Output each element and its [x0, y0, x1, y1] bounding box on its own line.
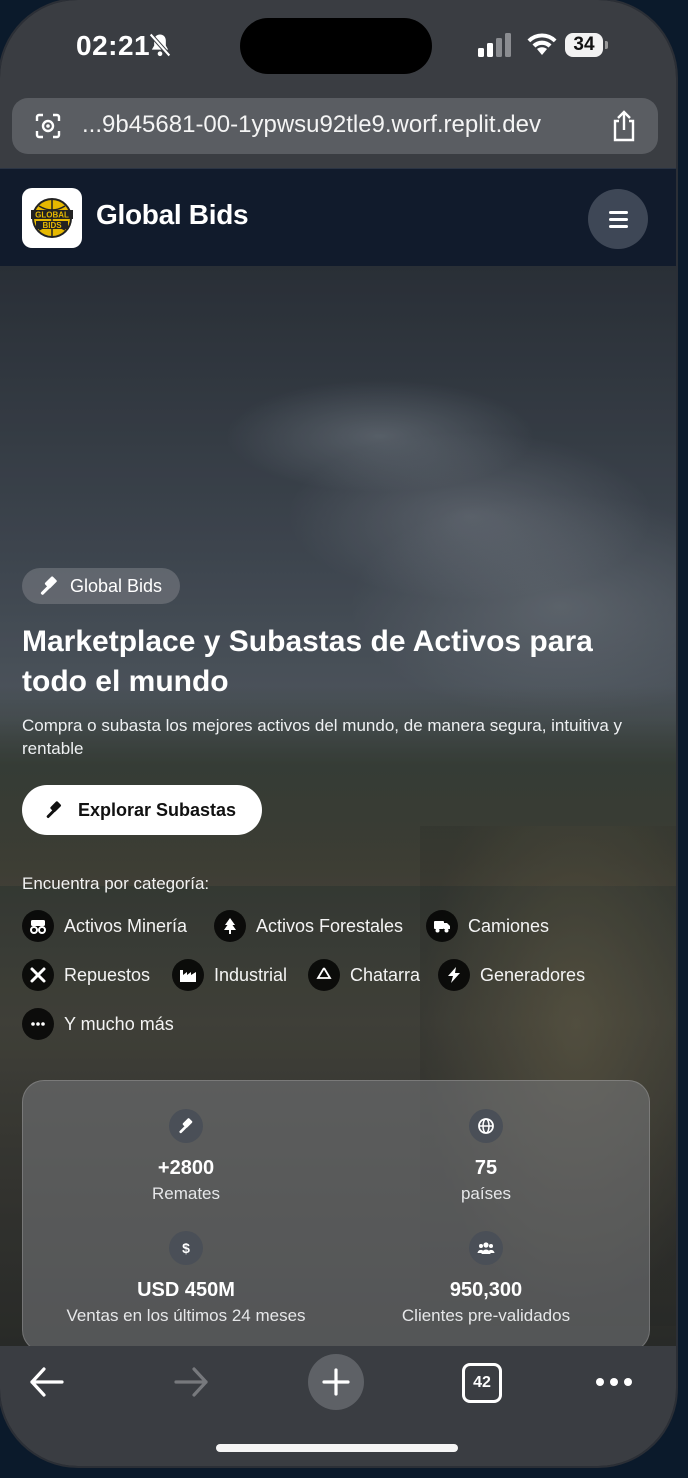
category-parts[interactable]: Repuestos [22, 959, 150, 991]
hero-badge-label: Global Bids [70, 575, 163, 596]
gavel-icon [46, 801, 62, 819]
category-label: Chatarra [350, 964, 421, 985]
brand-logo[interactable]: GLOBAL BIDS [22, 188, 82, 248]
share-icon[interactable] [610, 110, 638, 142]
logo-text-bids: BIDS [42, 221, 62, 230]
category-label: Repuestos [64, 964, 151, 985]
stat-label: países [460, 1184, 512, 1203]
hero-title: Marketplace y Subastas de Activos para t… [22, 625, 593, 698]
browser-bottom-toolbar: 42 [0, 1346, 676, 1466]
category-label: Camiones [468, 915, 550, 936]
phone-screen: 02:21 34 ...9b45681-00-1ypwsu92tle9.worf… [0, 0, 676, 1466]
category-mining[interactable]: Activos Minería [22, 910, 187, 942]
bolt-icon [438, 959, 470, 991]
site-header: GLOBAL BIDS Global Bids [0, 168, 676, 267]
home-indicator [216, 1444, 458, 1452]
hamburger-line [609, 211, 628, 214]
explore-auctions-label: Explorar Subastas [78, 799, 237, 820]
tab-switcher-button[interactable]: 42 [462, 1363, 502, 1403]
stat-clients: 950,300 Clientes pre-validados [336, 1231, 636, 1326]
globe-logo-icon: GLOBAL BIDS [31, 198, 73, 238]
logo-text-global: GLOBAL [35, 211, 69, 220]
category-industrial[interactable]: Industrial [172, 959, 287, 991]
category-heading: Encuentra por categoría: [22, 874, 210, 893]
stat-countries: 75 países [336, 1109, 636, 1204]
back-arrow-icon[interactable] [28, 1364, 66, 1400]
stat-value: USD 450M [137, 1279, 235, 1301]
wifi-icon [527, 33, 557, 55]
url-text[interactable]: ...9b45681-00-1ypwsu92tle9.worf.replit.d… [82, 111, 541, 139]
battery-tip [605, 41, 608, 49]
category-forestry[interactable]: Activos Forestales [214, 910, 403, 942]
users-icon [469, 1231, 503, 1265]
tree-icon [214, 910, 246, 942]
stats-card: +2800 Remates 75 países $ USD 450M Venta… [22, 1080, 650, 1346]
svg-text:$: $ [182, 1240, 190, 1256]
more-options-icon[interactable] [594, 1376, 634, 1388]
battery-indicator: 34 [565, 33, 603, 57]
mining-truck-icon [22, 910, 54, 942]
gavel-icon [40, 576, 57, 595]
factory-icon [172, 959, 204, 991]
globe-icon [469, 1109, 503, 1143]
hamburger-line [609, 218, 628, 221]
dollar-icon: $ [169, 1231, 203, 1265]
cellular-signal-icon [478, 33, 511, 57]
explore-auctions-button[interactable]: Explorar Subastas [22, 785, 263, 835]
category-label: Generadores [480, 964, 586, 985]
category-more[interactable]: Y mucho más [22, 1008, 174, 1040]
address-bar[interactable]: ...9b45681-00-1ypwsu92tle9.worf.replit.d… [12, 98, 658, 154]
category-generators[interactable]: Generadores [438, 959, 585, 991]
hero-badge: Global Bids [22, 568, 181, 604]
gavel-icon [169, 1109, 203, 1143]
brand-name[interactable]: Global Bids [96, 199, 249, 231]
category-label: Activos Forestales [256, 915, 404, 936]
stat-value: 950,300 [449, 1279, 523, 1301]
hero-section: Global Bids Marketplace y Subastas de Ac… [0, 266, 676, 1346]
stat-label: Ventas en los últimos 24 meses [66, 1306, 306, 1325]
hero-subtitle: Compra o subasta los mejores activos del… [22, 716, 623, 758]
stat-value: 75 [474, 1157, 498, 1179]
menu-button[interactable] [588, 189, 648, 249]
recycle-icon [308, 959, 340, 991]
page-menu-icon[interactable] [34, 112, 62, 140]
category-trucks[interactable]: Camiones [426, 910, 549, 942]
forward-arrow-icon[interactable] [172, 1364, 210, 1400]
bell-off-icon [149, 33, 171, 57]
category-label: Industrial [214, 964, 288, 985]
browser-top-chrome: 02:21 34 ...9b45681-00-1ypwsu92tle9.worf… [0, 0, 676, 168]
truck-icon [426, 910, 458, 942]
status-time: 02:21 [76, 30, 151, 61]
stat-label: Clientes pre-validados [401, 1306, 571, 1325]
stat-value: +2800 [157, 1157, 215, 1179]
hamburger-line [609, 225, 628, 228]
category-label: Y mucho más [64, 1013, 174, 1034]
ellipsis-icon [22, 1008, 54, 1040]
plus-icon [322, 1368, 350, 1396]
stat-sales: $ USD 450M Ventas en los últimos 24 mese… [36, 1231, 336, 1326]
stat-label: Remates [151, 1184, 221, 1203]
category-label: Activos Minería [64, 915, 188, 936]
new-tab-button[interactable] [308, 1354, 364, 1410]
stat-auctions: +2800 Remates [36, 1109, 336, 1204]
tools-icon [22, 959, 54, 991]
dynamic-island [240, 18, 432, 74]
category-scrap[interactable]: Chatarra [308, 959, 420, 991]
